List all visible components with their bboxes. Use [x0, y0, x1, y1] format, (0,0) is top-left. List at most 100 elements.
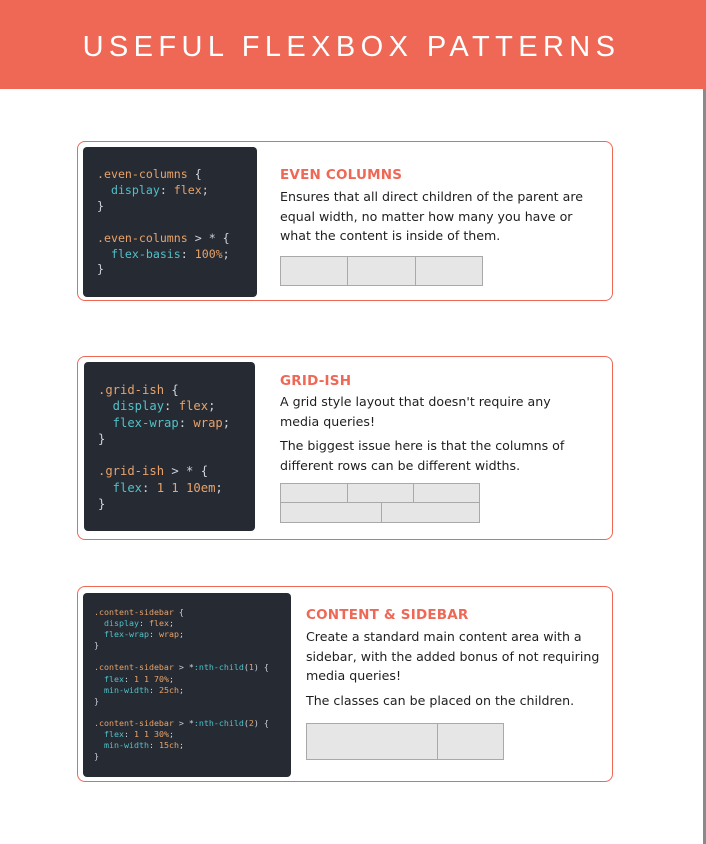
code-token: : [138, 618, 149, 629]
code-token: ; [208, 399, 216, 414]
code-line: .even-columns { [97, 167, 257, 183]
code-token: display [94, 618, 139, 629]
code-block-even-columns: .even-columns { display: flex;} .even-co… [83, 147, 257, 297]
code-token: > * { [164, 464, 209, 479]
code-token: .even-columns [97, 230, 188, 245]
code-token: { [173, 607, 184, 617]
code-token: min-width [94, 740, 149, 751]
description-paragraph: A grid style layout that doesn't require… [280, 394, 551, 429]
code-token: flex-wrap [98, 415, 179, 430]
code-token: : [164, 399, 179, 414]
code-token: flex [148, 618, 169, 629]
code-line: min-width: 25ch; [94, 685, 291, 696]
code-token: display [97, 182, 160, 197]
card-even-columns: .even-columns { display: flex;} .even-co… [77, 141, 613, 301]
code-token: flex-basis [97, 246, 181, 261]
code-line: flex: 1 1 70%; [94, 674, 291, 685]
code-line: flex-wrap: wrap; [98, 415, 255, 431]
code-token: :nth-child [193, 717, 244, 728]
code-block-content-sidebar: .content-sidebar { display: flex; flex-w… [83, 593, 291, 777]
code-token: > * [173, 662, 194, 673]
card-description: Create a standard main content area with… [306, 627, 602, 710]
code-token: : [148, 629, 159, 640]
code-token: 100% [194, 246, 223, 261]
code-token: ; [222, 415, 231, 430]
code-line: display: flex; [94, 618, 291, 629]
demo-grid-box [280, 502, 382, 523]
code-token: 1 1 70% [133, 673, 169, 684]
code-token: : [180, 246, 195, 261]
demo-column-box [280, 256, 348, 286]
code-line: min-width: 15ch; [94, 740, 291, 751]
code-token: { [164, 383, 179, 397]
code-line: } [94, 640, 291, 651]
code-line: .grid-ish > * { [98, 463, 255, 479]
code-token: > * [173, 717, 194, 728]
demo-grid-row-1 [280, 483, 480, 503]
card-title: EVEN COLUMNS [280, 167, 403, 183]
code-token: display [98, 399, 165, 414]
code-line: } [98, 496, 255, 512]
code-line: .content-sidebar { [94, 607, 291, 618]
code-token: :nth-child [193, 662, 244, 673]
code-token: { [187, 167, 202, 181]
code-line: flex-wrap: wrap; [94, 629, 291, 640]
code-token: ; [168, 729, 174, 740]
code-line: .even-columns > * { [97, 231, 257, 247]
page-title: USEFUL FLEXBOX PATTERNS [82, 31, 621, 63]
code-token: flex [178, 399, 209, 414]
demo-sidebar-box [437, 723, 504, 760]
code-token: 15ch [158, 740, 179, 751]
code-line: display: flex; [97, 183, 257, 199]
card-title: CONTENT & SIDEBAR [306, 607, 469, 623]
code-line: .content-sidebar > *:nth-child(1) { [94, 662, 291, 673]
demo-even-columns [280, 256, 483, 286]
code-token: } [97, 262, 104, 277]
code-token: } [97, 198, 104, 213]
description-paragraph: The classes can be placed on the childre… [306, 692, 575, 708]
code-line: .content-sidebar > *:nth-child(2) { [94, 718, 291, 729]
code-token: flex [173, 182, 202, 197]
code-token: ) { [253, 717, 269, 728]
code-line: } [97, 199, 257, 215]
page-header: USEFUL FLEXBOX PATTERNS [0, 0, 703, 89]
code-token: ; [168, 618, 174, 629]
demo-column-box [415, 256, 483, 286]
card-description: A grid style layout that doesn't require… [280, 392, 580, 475]
code-token: : [123, 729, 134, 740]
demo-grid-box [413, 483, 480, 503]
code-token: : [142, 480, 157, 495]
card-content-sidebar: .content-sidebar { display: flex; flex-w… [77, 586, 613, 782]
code-line: .grid-ish { [98, 382, 255, 398]
demo-column-box [347, 256, 416, 286]
code-line: display: flex; [98, 398, 255, 414]
code-line: flex-basis: 100%; [97, 247, 257, 263]
description-paragraph: Ensures that all direct children of the … [280, 189, 583, 244]
code-token: .grid-ish [98, 464, 165, 479]
demo-grid-box [280, 483, 348, 503]
code-token: wrap [193, 415, 223, 430]
code-token: } [98, 497, 106, 512]
demo-grid-box [347, 483, 414, 503]
code-token: } [94, 751, 99, 762]
demo-grid-row-2 [280, 502, 480, 523]
code-token: .content-sidebar [94, 717, 174, 728]
code-token: 1 1 10em [156, 480, 216, 495]
card-description: Ensures that all direct children of the … [280, 187, 598, 246]
code-token: : [148, 684, 159, 695]
code-token: } [94, 640, 99, 651]
code-token: flex-wrap [94, 629, 149, 640]
code-token: ) { [253, 662, 269, 673]
code-token: .even-columns [97, 167, 188, 181]
code-token: } [98, 431, 106, 446]
description-paragraph: Create a standard main content area with… [306, 629, 600, 684]
code-line: } [94, 751, 291, 762]
code-token: flex [94, 729, 124, 740]
code-line: } [97, 262, 257, 278]
code-token: 1 1 30% [133, 729, 169, 740]
demo-content-sidebar [306, 723, 504, 760]
